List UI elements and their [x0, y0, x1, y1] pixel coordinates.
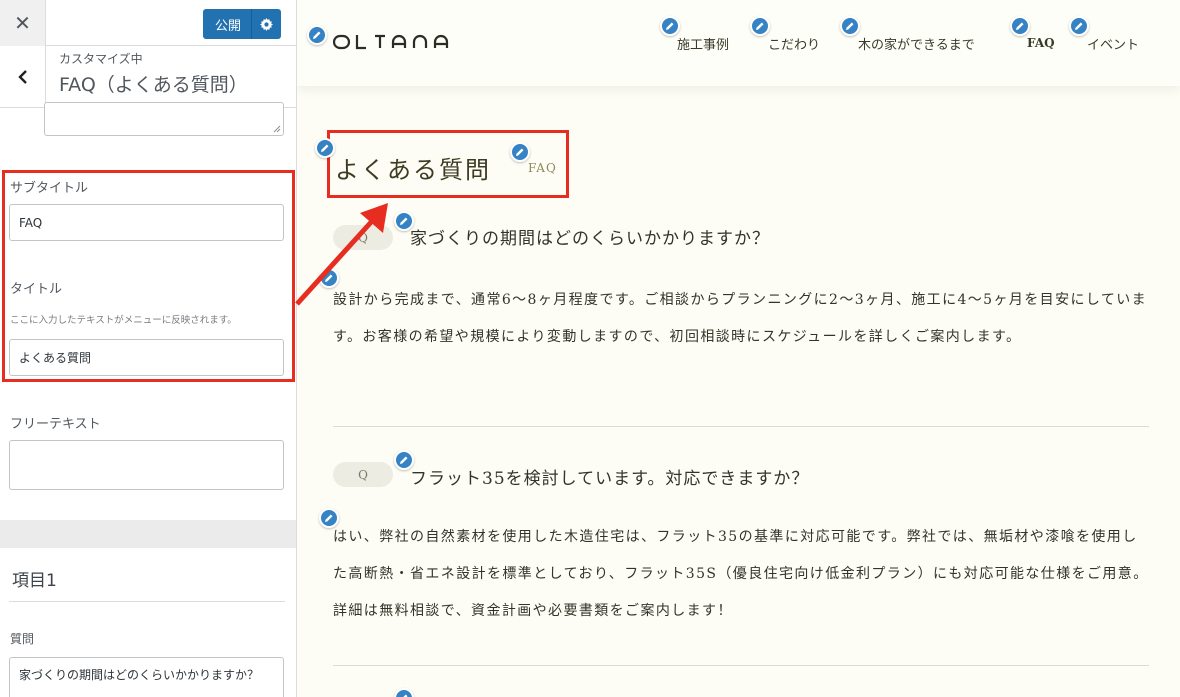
- site-preview: 施工事例 こだわり 木の家ができるまで FAQ イベント よくある質問 FAQ …: [297, 0, 1180, 697]
- pencil-icon: [400, 217, 408, 225]
- item-heading: 項目1: [12, 571, 57, 591]
- question-label: 質問: [10, 632, 35, 646]
- edit-title-pin[interactable]: [315, 138, 335, 158]
- nav-link-faq[interactable]: FAQ: [1027, 36, 1055, 50]
- nav-link-commitment[interactable]: こだわり: [768, 34, 820, 53]
- back-button[interactable]: [0, 46, 46, 108]
- nav-link-event[interactable]: イベント: [1087, 34, 1139, 53]
- answer-text: 設計から完成まで、通常6〜8ヶ月程度です。ご相談からプランニングに2〜3ヶ月、施…: [333, 292, 1148, 345]
- section-controls: サブタイトル FAQ タイトル ここに入力したテキストがメニューに反映されます。…: [0, 102, 296, 697]
- question-text: フラット35を検討しています。対応できますか？: [410, 469, 810, 489]
- gear-icon[interactable]: [251, 9, 281, 39]
- faq-divider: [333, 426, 1149, 427]
- edit-nav-pin[interactable]: [660, 16, 680, 36]
- title-description: ここに入力したテキストがメニューに反映されます。: [10, 315, 237, 326]
- freetext-label: フリーテキスト: [10, 417, 101, 432]
- faq-divider: [333, 665, 1149, 666]
- site-logo[interactable]: [333, 34, 469, 50]
- edit-question-pin[interactable]: [394, 688, 414, 697]
- faq-item: Q フラット35を検討しています。対応できますか？ はい、弊社の自然素材を使用し…: [333, 462, 1149, 632]
- faq-title: よくある質問: [335, 156, 491, 184]
- subtitle-label: サブタイトル: [10, 181, 89, 196]
- publish-label: 公開: [214, 18, 241, 34]
- title-label: タイトル: [10, 282, 63, 297]
- faq-subtitle: FAQ: [528, 161, 557, 175]
- question-text: 家づくりの期間はどのくらいかかりますか？: [410, 229, 770, 249]
- pencil-icon: [313, 31, 321, 39]
- nav-link-works[interactable]: 施工事例: [677, 34, 729, 53]
- item-divider: [9, 601, 285, 602]
- pencil-icon: [403, 694, 408, 697]
- pencil-icon: [756, 22, 764, 30]
- section-header: カスタマイズ中 FAQ（よくある質問）: [0, 46, 296, 108]
- edit-question-pin[interactable]: [394, 211, 414, 231]
- close-customizer-button[interactable]: ✕: [0, 0, 46, 46]
- edit-nav-pin[interactable]: [750, 16, 770, 36]
- nav-link-process[interactable]: 木の家ができるまで: [858, 34, 975, 53]
- question-badge: Q: [333, 225, 393, 250]
- pencil-icon: [325, 274, 333, 282]
- edit-answer-pin[interactable]: [319, 508, 339, 528]
- pencil-icon: [321, 144, 329, 152]
- edit-nav-pin[interactable]: [1010, 16, 1030, 36]
- freetext-textarea[interactable]: [9, 440, 284, 490]
- customizer-sidebar: ✕ 公開 カスタマイズ中 FAQ（よくある質問） サブタイトル FAQ タイトル…: [0, 0, 297, 697]
- breadcrumb: カスタマイズ中: [59, 52, 143, 66]
- question-badge: Q: [333, 462, 393, 487]
- faq-item: Q 家づくりの期間はどのくらいかかりますか？ 設計から完成まで、通常6〜8ヶ月程…: [333, 222, 1149, 392]
- edit-subtitle-pin[interactable]: [510, 142, 530, 162]
- edit-nav-pin[interactable]: [1069, 16, 1089, 36]
- edit-answer-pin[interactable]: [319, 268, 339, 288]
- pencil-icon: [325, 514, 333, 522]
- section-divider: [0, 520, 296, 548]
- pencil-icon: [846, 22, 854, 30]
- title-input[interactable]: よくある質問: [9, 339, 284, 376]
- pencil-icon: [516, 148, 524, 156]
- edit-logo-pin[interactable]: [307, 25, 327, 45]
- section-title: FAQ（よくある質問）: [59, 74, 248, 96]
- subtitle-input[interactable]: FAQ: [9, 204, 284, 241]
- chevron-left-icon: [17, 70, 27, 84]
- site-header: 施工事例 こだわり 木の家ができるまで FAQ イベント: [297, 0, 1180, 86]
- previous-textarea[interactable]: [44, 102, 284, 136]
- answer-text: はい、弊社の自然素材を使用した木造住宅は、フラット35の基準に対応可能です。弊社…: [333, 529, 1149, 619]
- question-textarea[interactable]: 家づくりの期間はどのくらいかかりますか？: [9, 657, 284, 697]
- edit-nav-pin[interactable]: [840, 16, 860, 36]
- pencil-icon: [1016, 22, 1024, 30]
- publish-button[interactable]: 公開: [203, 9, 281, 39]
- customizer-topbar: ✕ 公開: [0, 0, 296, 46]
- edit-question-pin[interactable]: [394, 450, 414, 470]
- pencil-icon: [666, 22, 674, 30]
- pencil-icon: [400, 456, 408, 464]
- pencil-icon: [1075, 22, 1083, 30]
- resize-grip-icon: [273, 125, 281, 133]
- close-icon: ✕: [14, 11, 31, 35]
